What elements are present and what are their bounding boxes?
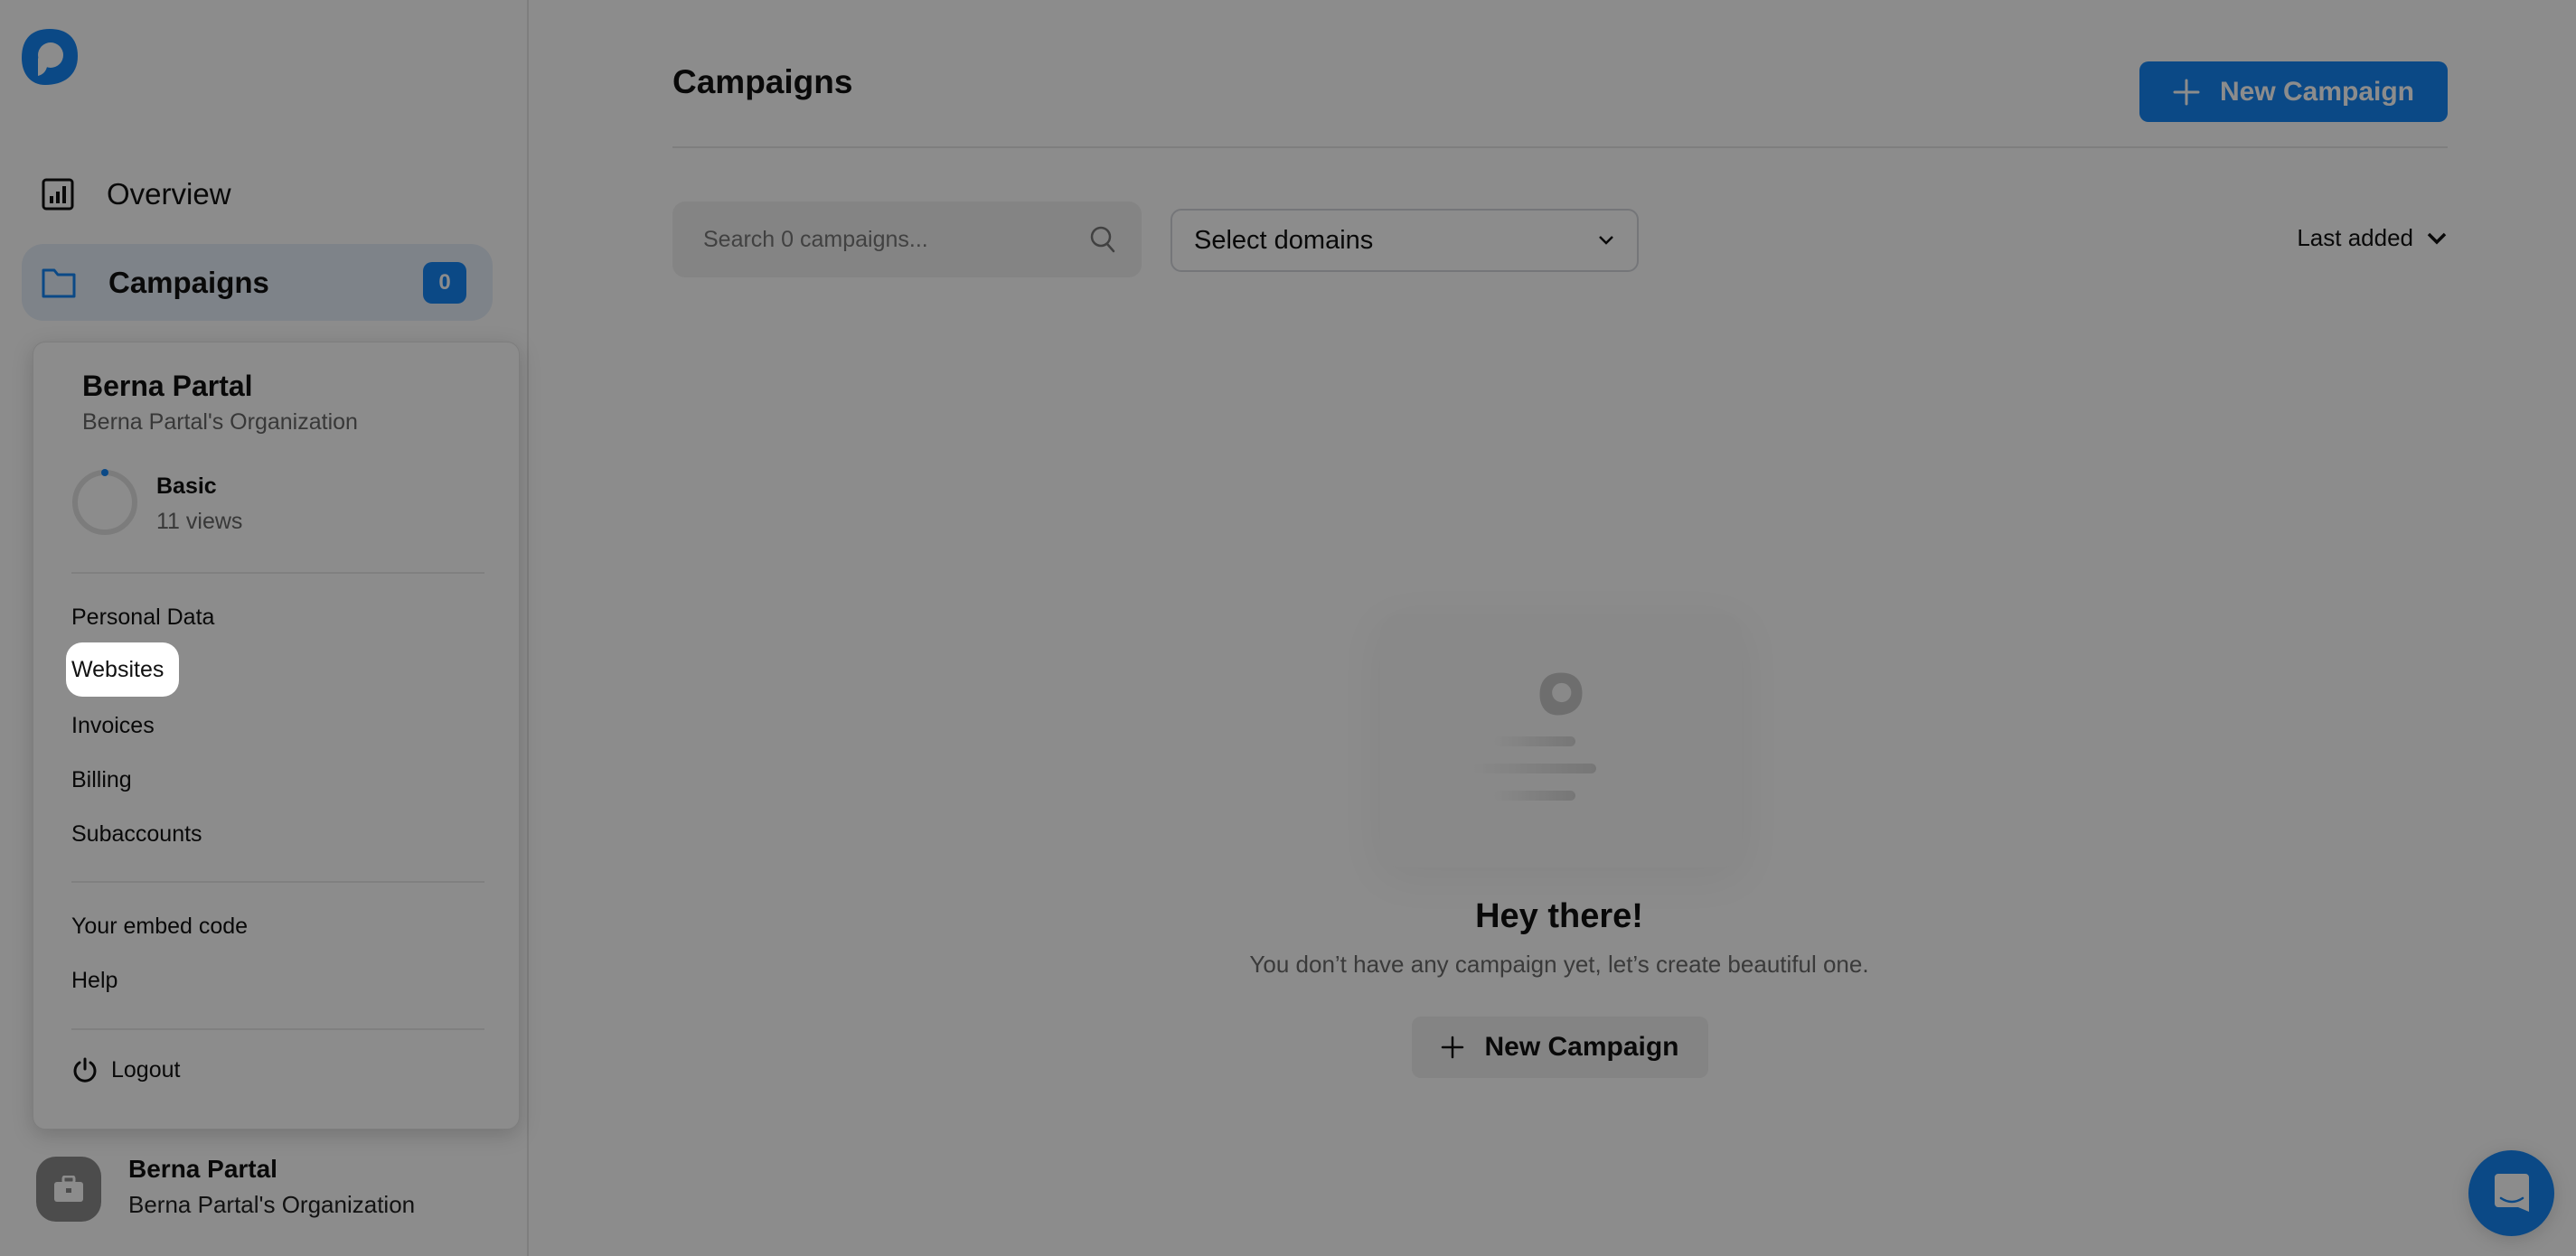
menu-item-websites[interactable]: Websites [66, 642, 179, 697]
modal-overlay[interactable] [0, 0, 2576, 1256]
